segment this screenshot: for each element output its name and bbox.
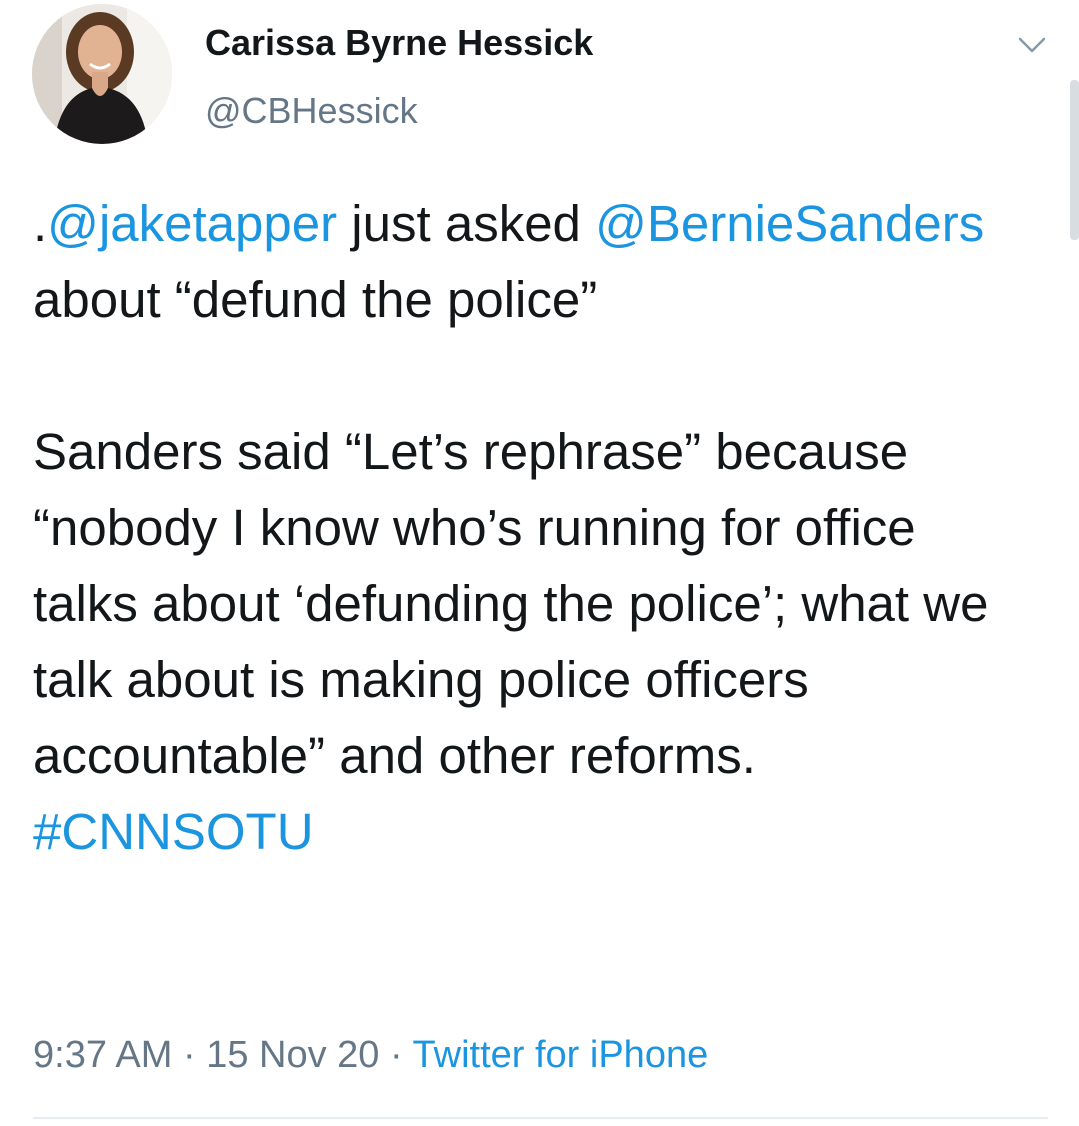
author-handle[interactable]: @CBHessick — [205, 90, 418, 132]
mention-berniesanders[interactable]: @BernieSanders — [595, 195, 984, 252]
tweet-paragraph: Sanders said “Let’s rephrase” because “n… — [33, 414, 1033, 870]
tweet-source[interactable]: Twitter for iPhone — [413, 1034, 709, 1076]
author-name[interactable]: Carissa Byrne Hessick — [205, 22, 593, 64]
meta-separator: · — [379, 1034, 413, 1076]
meta-separator: · — [172, 1034, 207, 1076]
tweet-text-segment: . — [33, 195, 48, 252]
tweet-date[interactable]: 15 Nov 20 — [206, 1034, 379, 1076]
scrollbar[interactable] — [1070, 80, 1079, 240]
tweet-meta: 9:37 AM · 15 Nov 20 · Twitter for iPhone — [33, 1034, 708, 1077]
hashtag-cnnsotu[interactable]: #CNNSOTU — [33, 803, 314, 860]
tweet-paragraph: .@jaketapper just asked @BernieSanders a… — [33, 186, 1033, 338]
tweet-text-segment: just asked — [337, 195, 596, 252]
tweet-time[interactable]: 9:37 AM — [33, 1034, 172, 1076]
profile-photo — [32, 4, 172, 144]
mention-jaketapper[interactable]: @jaketapper — [47, 195, 337, 252]
divider — [33, 1117, 1048, 1119]
chevron-down-icon[interactable] — [1016, 34, 1048, 56]
tweet-text-segment: about “defund the police” — [33, 271, 598, 328]
avatar[interactable] — [32, 4, 172, 144]
tweet-text-segment: Sanders said “Let’s rephrase” because “n… — [33, 423, 989, 784]
tweet-text: .@jaketapper just asked @BernieSanders a… — [33, 186, 1033, 870]
